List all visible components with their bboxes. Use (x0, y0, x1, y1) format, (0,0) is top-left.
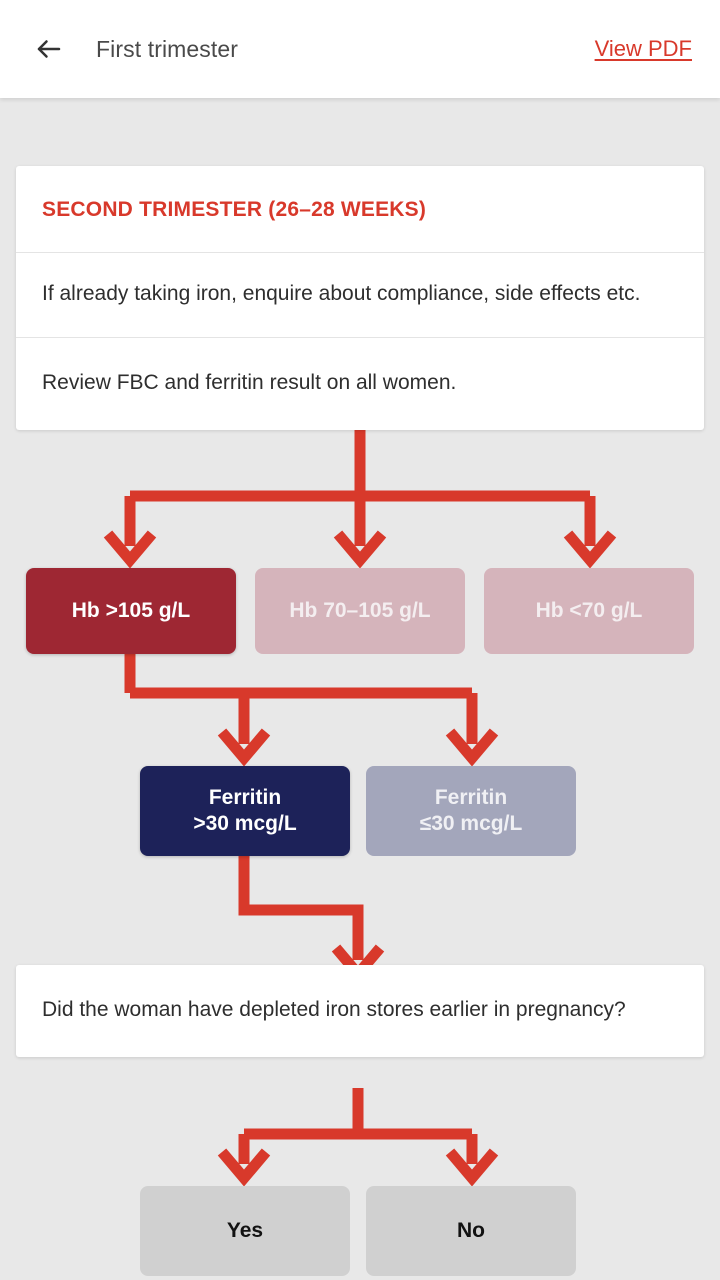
page-title: First trimester (96, 35, 239, 62)
node-label-line1: Ferritin (208, 785, 282, 809)
card-row-text: Review FBC and ferritin result on all wo… (42, 370, 457, 394)
second-trimester-card: SECOND TRIMESTER (26–28 WEEKS) If alread… (16, 166, 704, 430)
node-hb-above-105[interactable]: Hb >105 g/L (26, 568, 236, 654)
arrowhead-hb3 (563, 530, 617, 569)
node-label: Hb 70–105 g/L (289, 598, 431, 622)
question-row: Did the woman have depleted iron stores … (16, 965, 704, 1057)
node-label: Yes (226, 1218, 264, 1242)
arrowhead-no (445, 1148, 499, 1187)
node-label-line2: >30 mcg/L (193, 812, 297, 835)
card-header: SECOND TRIMESTER (26–28 WEEKS) (16, 166, 704, 253)
back-button[interactable] (18, 18, 80, 80)
card-row-compliance: If already taking iron, enquire about co… (16, 253, 704, 338)
node-ferritin-above-30[interactable]: Ferritin >30 mcg/L (140, 766, 350, 856)
node-label-line2: ≤30 mcg/L (419, 812, 523, 835)
card-row-review: Review FBC and ferritin result on all wo… (16, 338, 704, 430)
view-pdf-link[interactable]: View PDF (595, 36, 692, 62)
card-row-text: If already taking iron, enquire about co… (42, 282, 641, 305)
node-label-line1: Ferritin (434, 785, 508, 809)
arrowhead-yes (217, 1148, 271, 1187)
node-hb-below-70[interactable]: Hb <70 g/L (484, 568, 694, 654)
node-label: Hb <70 g/L (535, 598, 643, 622)
arrowhead-hb2 (333, 530, 387, 569)
app-bar: First trimester View PDF (0, 0, 720, 98)
node-ferritin-at-or-below-30[interactable]: Ferritin ≤30 mcg/L (366, 766, 576, 856)
node-hb-70-105[interactable]: Hb 70–105 g/L (255, 568, 465, 654)
card-header-label: SECOND TRIMESTER (26–28 WEEKS) (42, 198, 427, 221)
node-answer-no[interactable]: No (366, 1186, 576, 1276)
question-card: Did the woman have depleted iron stores … (16, 965, 704, 1057)
arrowhead-f1 (217, 728, 271, 767)
node-answer-yes[interactable]: Yes (140, 1186, 350, 1276)
arrow-left-icon (34, 34, 64, 64)
question-text: Did the woman have depleted iron stores … (42, 998, 626, 1021)
node-label: No (457, 1218, 485, 1242)
node-label: Hb >105 g/L (71, 598, 191, 622)
arrowhead-hb1 (103, 530, 157, 569)
connector-z-ferritin-question (238, 856, 364, 960)
arrowhead-f2 (445, 728, 499, 767)
flowchart-scroll-area[interactable]: SECOND TRIMESTER (26–28 WEEKS) If alread… (0, 98, 720, 1280)
